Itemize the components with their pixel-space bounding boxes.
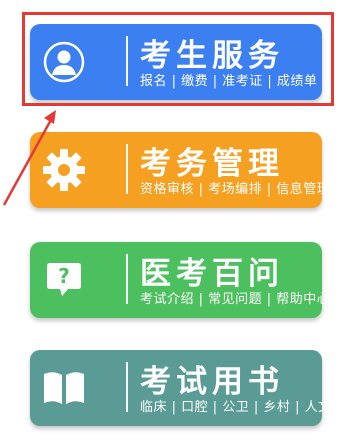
card-subtitle: 考试介绍 | 常见问题 | 帮助中心: [140, 292, 331, 307]
card-title: 考务管理: [140, 146, 284, 182]
card-divider: [126, 254, 128, 304]
gear-icon: [30, 132, 98, 208]
card-title: 考试用书: [140, 364, 284, 400]
highlight-annotation-box: [22, 12, 334, 106]
card-divider: [126, 362, 128, 412]
card-title: 医考百问: [140, 256, 284, 292]
open-book-icon: [30, 350, 98, 426]
card-subtitle: 临床 | 口腔 | 公卫 | 乡村 | 人文: [140, 400, 332, 415]
svg-text:?: ?: [58, 264, 70, 288]
card-divider: [126, 144, 128, 194]
card-exam-books[interactable]: 考试用书 临床 | 口腔 | 公卫 | 乡村 | 人文: [30, 350, 331, 426]
question-chat-icon: ?: [30, 242, 98, 318]
card-medical-exam-faq[interactable]: ? 医考百问 考试介绍 | 常见问题 | 帮助中心: [30, 242, 330, 318]
card-subtitle: 资格审核 | 考场编排 | 信息管理: [140, 182, 331, 197]
card-exam-affairs-management[interactable]: 考务管理 资格审核 | 考场编排 | 信息管理: [30, 132, 330, 208]
